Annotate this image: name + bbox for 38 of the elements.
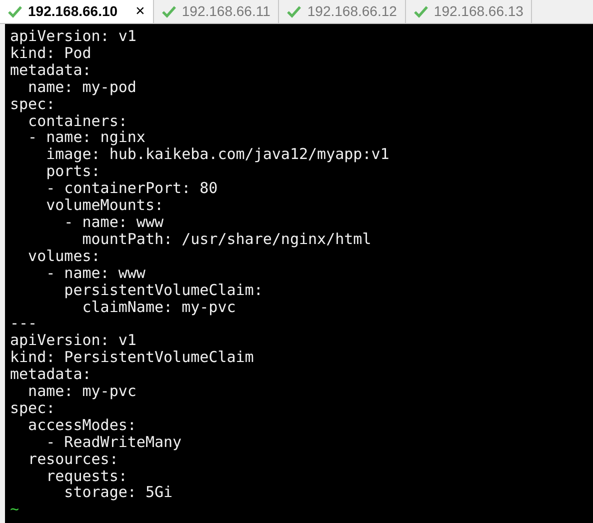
code-line: ports: [45,163,100,180]
code-line: --- [10,315,38,332]
tab[interactable]: 192.168.66.10 × [0,0,154,23]
tilde-marker: ~ [10,501,20,518]
code-line: mountPath: /usr/share/nginx/html [81,230,372,248]
check-icon [414,6,428,18]
code-line: metadata: [10,62,92,79]
code-line: apiVersion: v1 [10,332,136,350]
check-icon [162,6,176,18]
code-line: storage: 5Gi [64,484,173,502]
code-line: volumes: [27,248,100,265]
code-line: claimName: my-pvc [82,298,236,316]
code-line: image: hub.kaikeba.com/java12/myapp:v1 [45,146,390,164]
code-line: - containerPort: 80 [45,180,218,198]
tab[interactable]: 192.168.66.13 [406,0,532,23]
close-button[interactable]: × [136,0,145,24]
code-line: persistentVolumeClaim: [63,282,263,298]
code-line: accessModes: [28,416,136,434]
check-icon [287,6,302,18]
code-line: volumeMounts: [45,197,164,214]
code-line: - name: www [45,264,146,282]
tab[interactable]: 192.168.66.12 [279,0,406,23]
check-icon [8,6,22,18]
code-line: metadata: [10,366,92,384]
code-line: spec: [10,400,56,417]
code-line: - name: nginx [27,129,146,146]
code-line: name: my-pod [27,78,136,96]
code-line: kind: PersistentVolumeClaim [10,349,254,366]
code-line: apiVersion: v1 [10,28,136,45]
tab[interactable]: 192.168.66.11 [154,0,280,23]
code-line: spec: [10,96,56,113]
code-line: kind: Pod [10,44,92,62]
code-line: name: my-pvc [27,383,136,400]
code-line: containers: [28,112,128,130]
code-line: requests: [45,468,128,484]
code-line: - ReadWriteMany [45,434,182,451]
code-line: resources: [27,450,118,468]
code-line: - name: www [63,214,164,231]
